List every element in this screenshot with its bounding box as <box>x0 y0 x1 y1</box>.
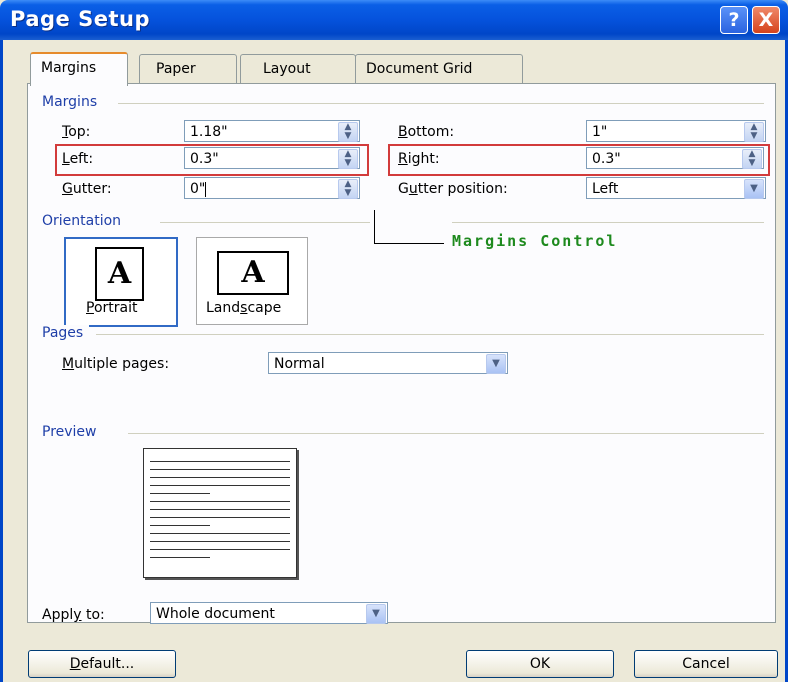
close-button[interactable]: X <box>752 6 780 34</box>
chevron-down-icon[interactable]: ▼ <box>744 179 764 199</box>
section-divider <box>96 334 764 335</box>
chevron-down-icon[interactable]: ▼ <box>486 354 506 374</box>
apply-to-label: Apply to: <box>42 607 105 623</box>
preview-text-line <box>150 509 290 510</box>
bottom-spinner[interactable]: ▲ ▼ <box>744 122 764 142</box>
orientation-section-label: Orientation <box>42 213 128 229</box>
left-margin-field[interactable]: 0.3" ▲ ▼ <box>184 147 360 169</box>
preview-text-line <box>150 557 210 558</box>
preview-text-line <box>150 541 290 542</box>
preview-text-line <box>150 477 290 478</box>
preview-section-label: Preview <box>42 424 103 440</box>
default-button[interactable]: Default... <box>28 650 176 678</box>
portrait-label: Portrait <box>86 300 138 316</box>
ok-button[interactable]: OK <box>466 650 614 678</box>
right-margin-field[interactable]: 0.3" ▲ ▼ <box>586 147 764 169</box>
bottom-label: Bottom: <box>398 124 455 140</box>
text-cursor <box>205 181 207 197</box>
gutter-spinner[interactable]: ▲ ▼ <box>338 179 358 199</box>
section-divider <box>118 103 764 104</box>
preview-text-line <box>150 525 210 526</box>
landscape-label: Landscape <box>206 300 282 316</box>
preview-text-line <box>150 485 290 486</box>
multiple-pages-select[interactable]: Normal ▼ <box>268 352 508 374</box>
preview-text-line <box>150 501 290 502</box>
preview-text-line <box>150 461 290 462</box>
tab-paper[interactable]: Paper <box>139 54 237 83</box>
annotation-connector-vertical <box>374 210 375 244</box>
margins-control-annotation: Margins Control <box>452 232 618 250</box>
title-bar: Page Setup ? X <box>0 0 788 40</box>
annotation-connector-horizontal <box>374 243 444 244</box>
right-spinner[interactable]: ▲ ▼ <box>742 149 762 169</box>
tab-margins[interactable]: Margins <box>30 52 128 86</box>
pages-section-label: Pages <box>42 325 90 341</box>
gutter-label: Gutter: <box>62 181 112 197</box>
landscape-icon: A <box>217 251 289 295</box>
left-label: Left: <box>62 151 94 167</box>
section-divider <box>160 222 370 223</box>
preview-text-line <box>150 469 290 470</box>
apply-to-select[interactable]: Whole document ▼ <box>150 602 388 624</box>
gutter-field[interactable]: 0" ▲ ▼ <box>184 177 360 199</box>
preview-text-line <box>150 533 290 534</box>
top-spinner[interactable]: ▲ ▼ <box>338 122 358 142</box>
section-divider <box>128 433 764 434</box>
chevron-down-icon[interactable]: ▼ <box>366 604 386 624</box>
cancel-button[interactable]: Cancel <box>634 650 778 678</box>
gutter-position-select[interactable]: Left ▼ <box>586 177 766 199</box>
section-divider <box>452 222 764 223</box>
window-title: Page Setup <box>10 7 150 31</box>
tab-layout[interactable]: Layout <box>240 54 356 83</box>
right-label: Right: <box>398 151 440 167</box>
preview-text-line <box>150 517 290 518</box>
tab-document-grid[interactable]: Document Grid <box>355 54 523 83</box>
preview-page <box>143 448 297 578</box>
gutter-position-label: Gutter position: <box>398 181 508 197</box>
left-spinner[interactable]: ▲ ▼ <box>338 149 358 169</box>
portrait-icon: A <box>95 247 144 301</box>
preview-text-line <box>150 549 290 550</box>
bottom-margin-field[interactable]: 1" ▲ ▼ <box>586 120 766 142</box>
margins-section-label: Margins <box>42 94 104 110</box>
help-button[interactable]: ? <box>720 6 748 34</box>
preview-text-line <box>150 493 210 494</box>
top-margin-field[interactable]: 1.18" ▲ ▼ <box>184 120 360 142</box>
top-label: Top: <box>62 124 91 140</box>
multiple-pages-label: Multiple pages: <box>62 356 170 372</box>
